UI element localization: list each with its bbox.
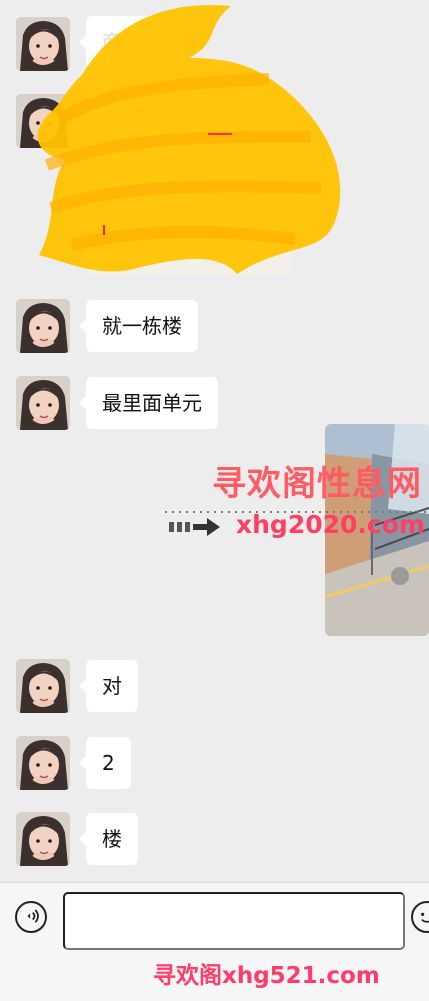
- message-bubble[interactable]: 楼: [79, 813, 138, 865]
- sender-avatar[interactable]: [16, 376, 70, 430]
- footer-watermark: 寻欢阁xhg521.com: [153, 963, 380, 989]
- sender-avatar[interactable]: [16, 299, 70, 353]
- message-bubble[interactable]: 最里面单元: [79, 377, 218, 429]
- redaction-scribble: [37, 4, 341, 274]
- sender-avatar[interactable]: [16, 736, 70, 790]
- chat-history[interactable]: 商业局 就一栋楼 最里面单元: [0, 0, 429, 882]
- message-bubble[interactable]: 2: [79, 737, 131, 789]
- message-input[interactable]: [63, 892, 405, 950]
- voice-icon[interactable]: [15, 901, 47, 933]
- sender-avatar[interactable]: [16, 812, 70, 866]
- emoji-icon[interactable]: [411, 901, 429, 933]
- watermark-title: 寻欢阁性息网: [212, 464, 422, 504]
- watermark-url: xhg2020.com: [236, 510, 425, 539]
- sender-avatar[interactable]: [16, 659, 70, 713]
- message-bubble[interactable]: 就一栋楼: [79, 300, 198, 352]
- message-bubble[interactable]: 对: [79, 660, 138, 712]
